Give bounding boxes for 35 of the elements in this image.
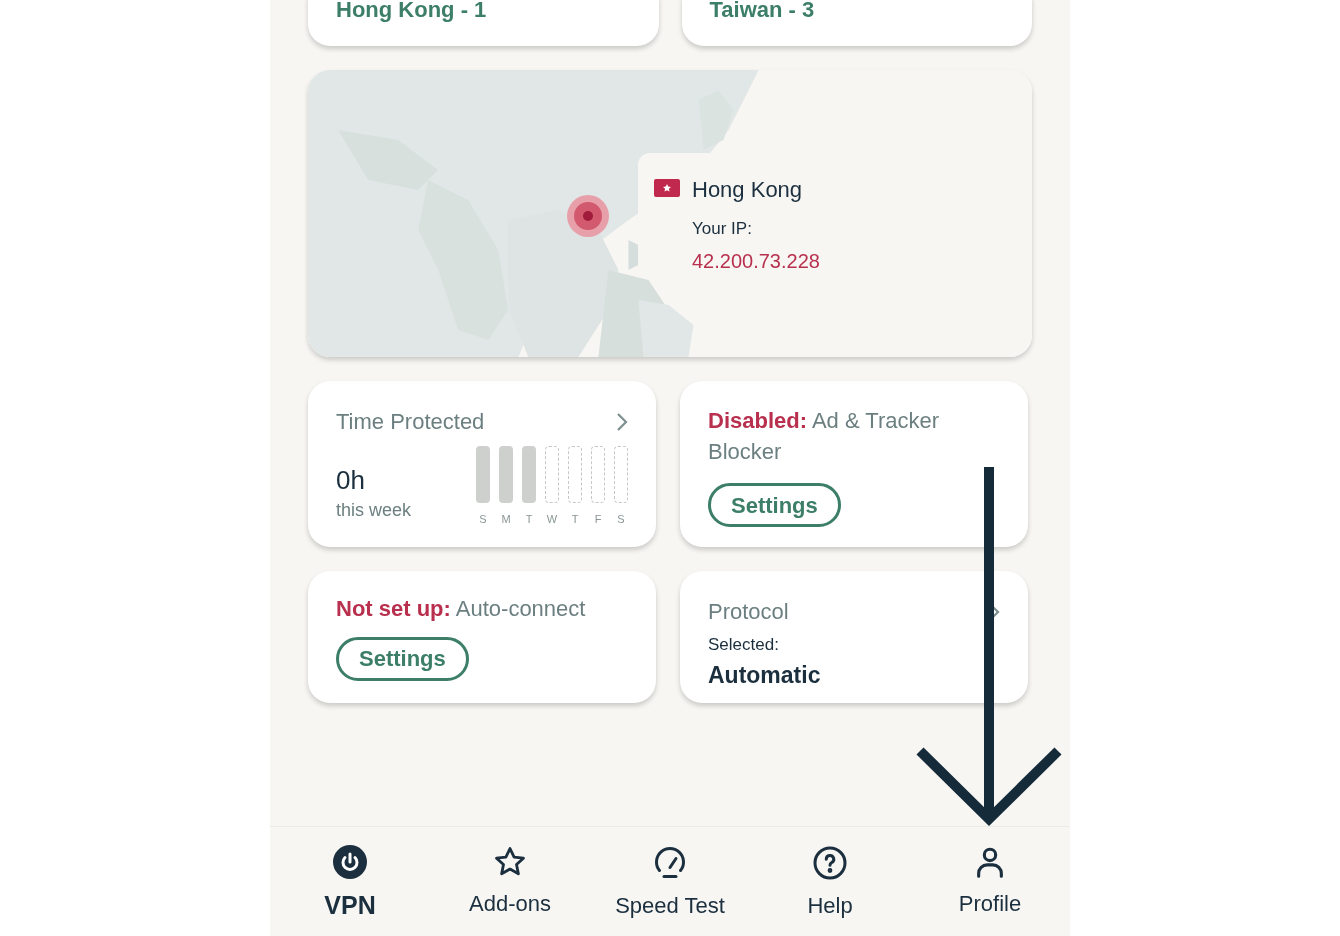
- time-protected-card[interactable]: Time Protected 0h this week S M T W T F S: [308, 381, 656, 547]
- card-title: Protocol: [708, 598, 789, 626]
- ip-address: 42.200.73.228: [692, 248, 820, 274]
- nav-tab[interactable]: Profile: [910, 827, 1070, 936]
- gauge-icon: [652, 845, 688, 881]
- country-name: Hong Kong: [692, 176, 804, 204]
- protocol-value: Automatic: [708, 660, 822, 690]
- time-value: 0h: [336, 464, 366, 497]
- time-caption: this week: [336, 498, 412, 522]
- day-label: S: [617, 512, 625, 527]
- protocol-label: Selected:: [708, 634, 780, 656]
- nav-tab[interactable]: Help: [750, 827, 910, 936]
- auto-connect-status: Not set up: Auto-connect: [336, 595, 586, 623]
- settings-button[interactable]: Settings: [708, 483, 841, 527]
- flag-icon: [654, 179, 680, 197]
- server-card[interactable]: Taiwan - 3: [681, 0, 1032, 46]
- day-label: W: [546, 512, 558, 527]
- day-label: M: [501, 512, 511, 527]
- day-label: F: [594, 512, 602, 527]
- nav-tab[interactable]: Speed Test: [590, 827, 750, 936]
- protocol-card[interactable]: Protocol Selected: Automatic: [680, 571, 1028, 703]
- ip-label: Your IP:: [692, 218, 753, 240]
- power-icon: [333, 845, 367, 879]
- server-card[interactable]: Hong Kong - 1: [308, 0, 659, 46]
- day-label: T: [571, 512, 579, 527]
- card-title: Time Protected: [336, 408, 485, 436]
- nav-tab[interactable]: VPN: [270, 827, 430, 936]
- chevron-right-icon: [616, 411, 628, 432]
- nav-tab[interactable]: Add-ons: [430, 827, 590, 936]
- day-label: S: [479, 512, 487, 527]
- day-label: T: [525, 512, 533, 527]
- location-marker-icon: [566, 194, 610, 238]
- settings-button[interactable]: Settings: [336, 636, 469, 681]
- help-icon: [812, 845, 848, 881]
- blocker-status: Disabled: Ad & Tracker Blocker: [708, 407, 941, 466]
